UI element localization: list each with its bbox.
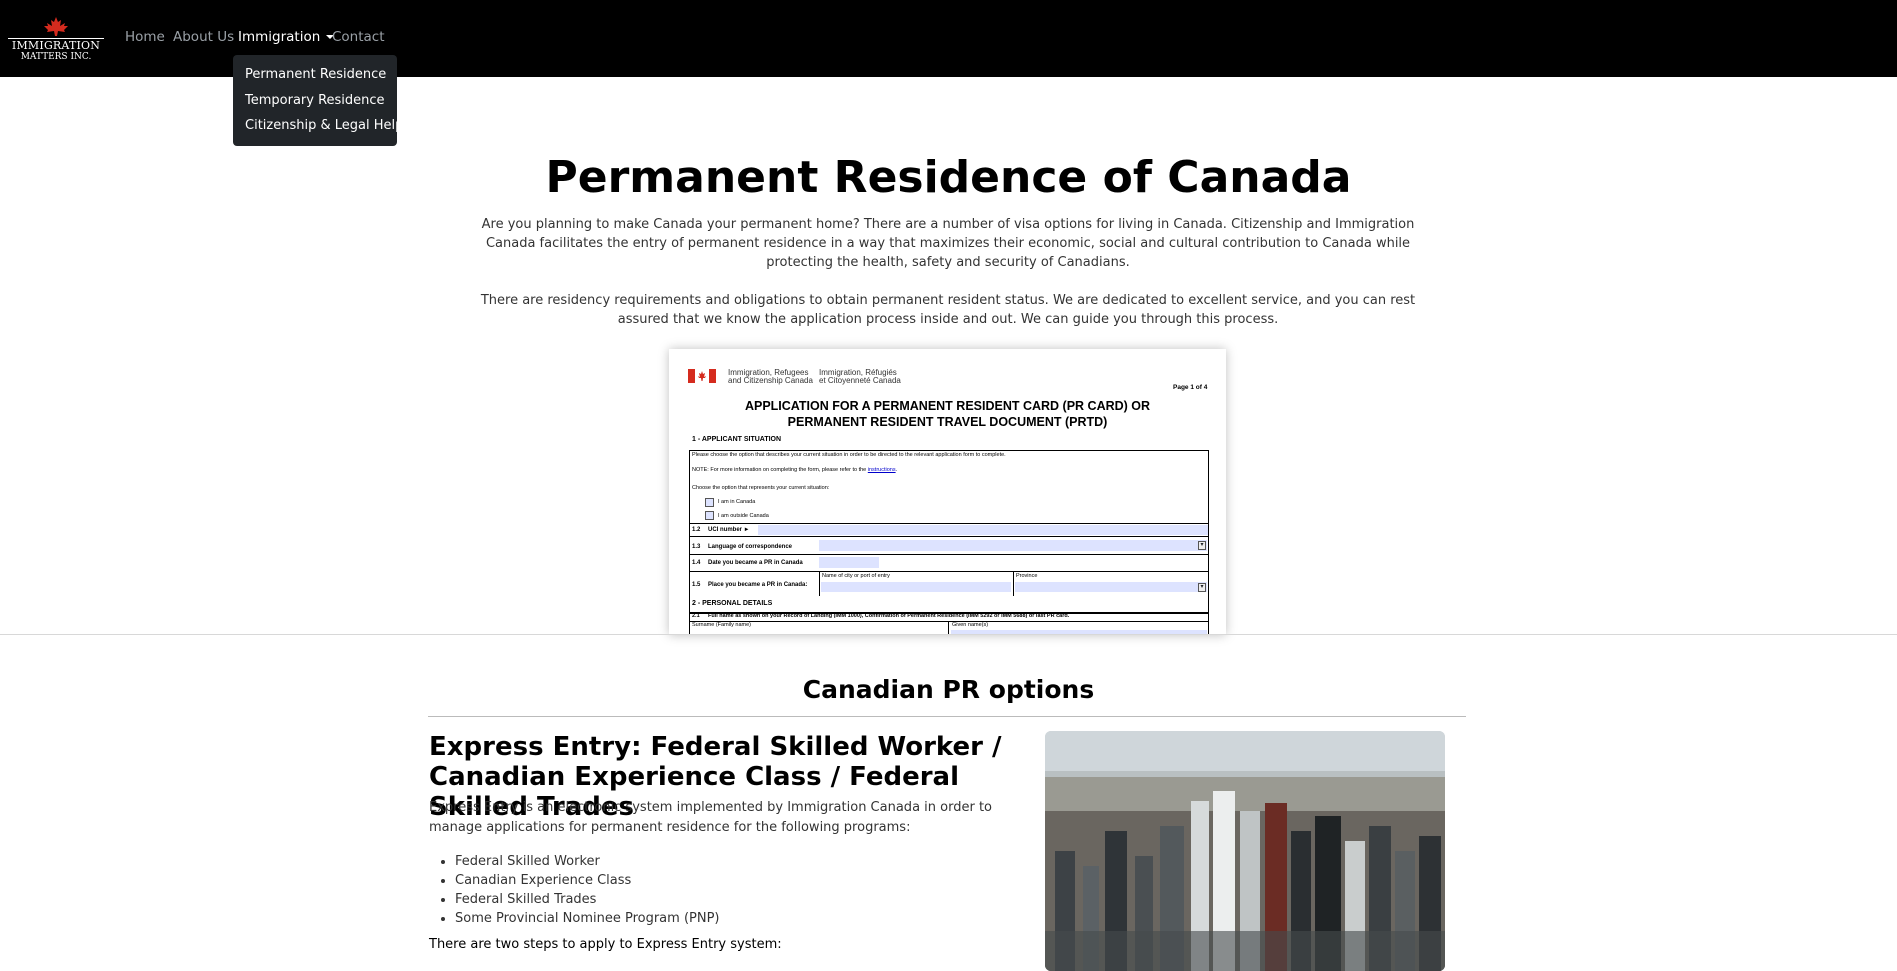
pr-options-title: Canadian PR options	[802, 675, 1095, 704]
form-field-1-2-number: 1.2	[692, 527, 701, 533]
nav-link-immigration-label: Immigration	[238, 29, 321, 45]
form-field-1-3-label: Language of correspondence	[708, 544, 793, 550]
logo-text-line2: MATTERS INC.	[20, 52, 92, 62]
form-option-in-canada: I am in Canada	[718, 499, 756, 505]
form-dept-fr-line2: et Citoyenneté Canada	[819, 376, 901, 385]
form-field-2-1-number: 2.1	[692, 613, 700, 619]
brand-logo[interactable]: IMMIGRATION MATTERS INC.	[6, 17, 106, 67]
form-field-1-4-label: Date you became a PR in Canada	[708, 560, 803, 566]
dropdown-item-citizenship-legal-help[interactable]: Citizenship & Legal Help	[245, 118, 403, 133]
form-field-1-5-province-label: Province	[1016, 573, 1038, 579]
nav-link-home[interactable]: Home	[125, 29, 165, 45]
nav-link-about-us[interactable]: About Us	[173, 29, 234, 45]
maple-leaf-icon	[44, 17, 68, 36]
city-skyline-illustration	[1045, 731, 1445, 971]
form-field-1-5-label: Place you became a PR in Canada:	[708, 582, 808, 588]
form-title-line2: PERMANENT RESIDENT TRAVEL DOCUMENT (PRTD…	[787, 415, 1108, 429]
form-row-divider	[689, 536, 1209, 537]
pr-options-rule	[428, 716, 1466, 717]
nav-link-contact[interactable]: Contact	[332, 29, 385, 45]
hero-paragraph-intro: Are you planning to make Canada your per…	[481, 217, 1415, 270]
dropdown-item-permanent-residence[interactable]: Permanent Residence	[245, 67, 386, 82]
express-entry-description: Express Entry is an electronic system im…	[429, 800, 992, 835]
form-section1-heading: 1 - APPLICANT SITUATION	[692, 436, 782, 443]
form-checkbox-in-canada	[705, 498, 714, 507]
form-given-name-label: Given name(s)	[952, 622, 989, 628]
form-instructions-link: instructions	[867, 467, 896, 473]
form-uci-field	[758, 525, 1208, 535]
form-province-field	[1015, 582, 1207, 592]
form-field-1-2-label: UCI number ►	[708, 527, 750, 533]
form-column-divider	[819, 571, 820, 596]
form-surname-label: Surname (Family name)	[692, 622, 751, 628]
form-row-divider	[689, 571, 1209, 572]
form-field-1-5-number: 1.5	[692, 582, 701, 588]
hero-paragraph-requirements: There are residency requirements and obl…	[480, 293, 1416, 327]
form-field-1-5-city-label: Name of city or port of entry	[822, 573, 890, 579]
dropdown-arrow-icon: ▾	[1198, 541, 1206, 550]
express-entry-steps-intro: There are two steps to apply to Express …	[429, 937, 782, 952]
form-option-prompt: Choose the option that represents your c…	[692, 485, 830, 491]
form-field-1-4-number: 1.4	[692, 560, 701, 566]
form-section2-heading: 2 - PERSONAL DETAILS	[692, 600, 773, 607]
page-title: Permanent Residence of Canada	[545, 152, 1352, 203]
form-date-field	[819, 557, 879, 568]
form-section1-note: NOTE: For more information on completing…	[692, 467, 898, 473]
list-item: Some Provincial Nominee Program (PNP)	[455, 909, 720, 928]
toronto-skyline-photo	[1045, 731, 1445, 971]
form-column-divider	[1013, 571, 1014, 596]
form-dept-en-line2: and Citizenship Canada	[728, 376, 813, 385]
form-column-divider	[948, 621, 949, 635]
section-divider	[0, 634, 1897, 635]
form-note-text: NOTE: For more information on completing…	[692, 467, 867, 473]
form-row-divider	[689, 554, 1209, 555]
form-row-divider	[689, 621, 1209, 622]
pr-card-application-form-image: Immigration, Refugees and Citizenship Ca…	[669, 349, 1226, 635]
list-item: Federal Skilled Worker	[455, 852, 720, 871]
form-city-field	[821, 582, 1011, 592]
form-checkbox-outside-canada	[705, 511, 714, 520]
logo-text-line1: IMMIGRATION	[11, 39, 101, 52]
list-item: Federal Skilled Trades	[455, 890, 720, 909]
form-section1-choose-text: Please choose the option that describes …	[692, 452, 1006, 458]
form-page-number: Page 1 of 4	[1173, 384, 1208, 391]
form-row-divider	[689, 523, 1209, 524]
form-language-field	[819, 540, 1207, 551]
list-item: Canadian Experience Class	[455, 871, 720, 890]
form-option-outside-canada: I am outside Canada	[718, 513, 769, 519]
canada-flag-icon	[688, 369, 716, 383]
form-field-1-3-number: 1.3	[692, 544, 701, 550]
dropdown-item-temporary-residence[interactable]: Temporary Residence	[245, 93, 385, 108]
form-title-line1: APPLICATION FOR A PERMANENT RESIDENT CAR…	[744, 399, 1151, 413]
immigration-dropdown-menu: Permanent Residence Temporary Residence …	[233, 55, 403, 146]
nav-link-immigration[interactable]: Immigration	[238, 29, 335, 45]
form-field-2-1-label: Full name as shown on your Record of Lan…	[708, 613, 1070, 619]
express-entry-programs-list: Federal Skilled Worker Canadian Experien…	[429, 852, 720, 928]
dropdown-arrow-icon: ▾	[1198, 583, 1206, 592]
